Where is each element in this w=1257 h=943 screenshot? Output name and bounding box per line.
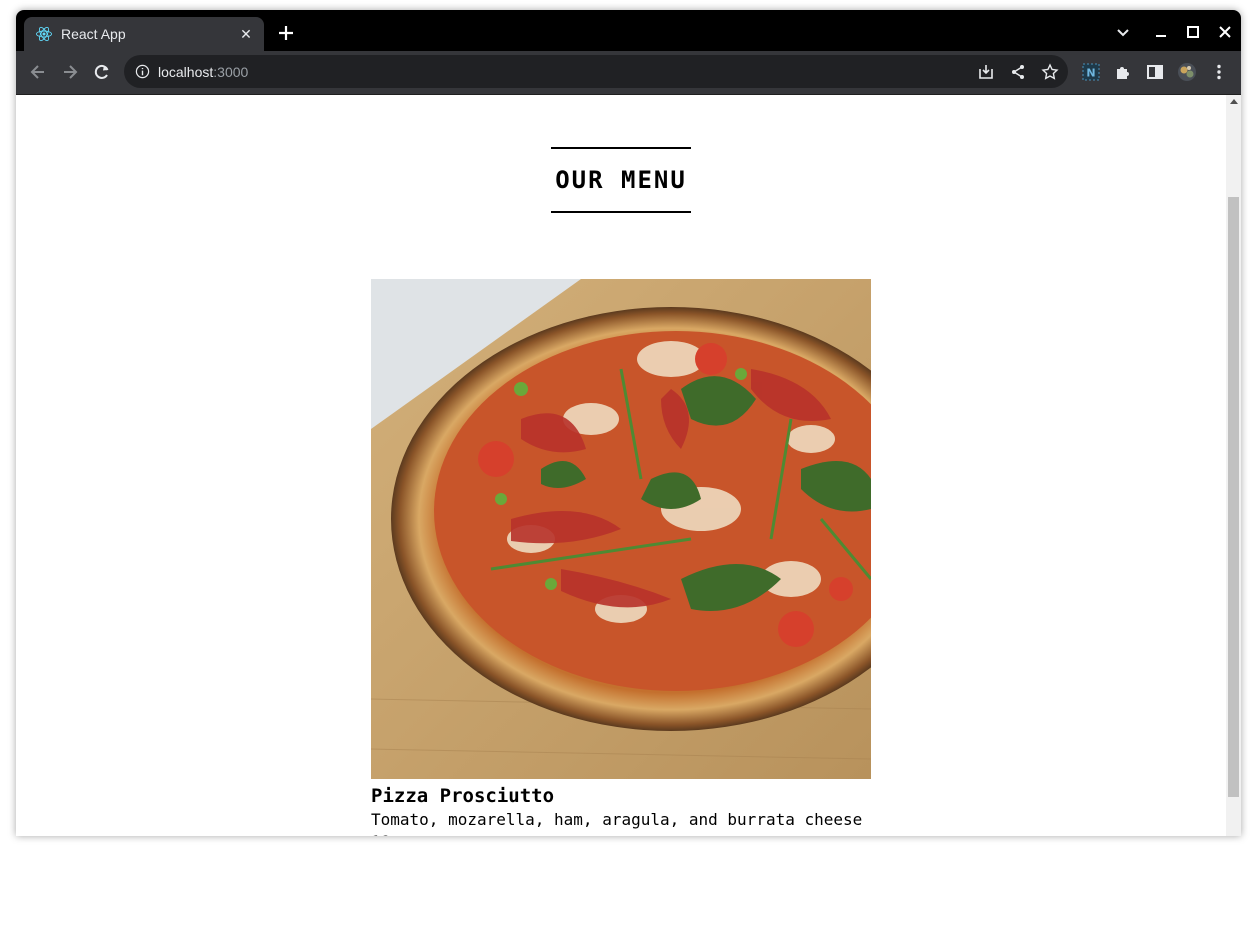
close-icon[interactable]: ✕ — [238, 26, 254, 43]
kebab-menu-icon[interactable] — [1209, 62, 1229, 82]
tab-title: React App — [61, 26, 126, 42]
puzzle-icon[interactable] — [1113, 62, 1133, 82]
chevron-down-icon[interactable] — [1113, 22, 1133, 42]
page-scrollbar[interactable] — [1226, 95, 1241, 836]
page-content: OUR MENU Pizza Prosciutto Tomato, mozare… — [16, 95, 1226, 836]
profile-avatar[interactable] — [1177, 62, 1197, 82]
menu-item-description: Tomato, mozarella, ham, aragula, and bur… — [371, 810, 863, 829]
menu-item-image — [371, 279, 871, 779]
address-bar[interactable]: localhost:3000 — [124, 55, 1068, 88]
star-icon[interactable] — [1041, 63, 1059, 81]
scroll-thumb[interactable] — [1228, 197, 1239, 797]
react-favicon-icon — [36, 26, 52, 42]
url-text: localhost:3000 — [158, 64, 248, 80]
menu-item-name: Pizza Prosciutto — [371, 785, 555, 807]
browser-toolbar: localhost:3000 N — [16, 51, 1241, 95]
install-icon[interactable] — [977, 63, 995, 81]
page-title: OUR MENU — [551, 147, 691, 213]
svg-text:N: N — [1086, 67, 1095, 80]
info-icon[interactable] — [135, 64, 150, 79]
share-icon[interactable] — [1009, 63, 1027, 81]
browser-window: React App ✕ localhost:3000 N OUR MENU Pi… — [16, 10, 1241, 836]
side-panel-icon[interactable] — [1145, 62, 1165, 82]
reload-icon[interactable] — [92, 62, 112, 82]
url-port: :3000 — [213, 64, 249, 80]
scroll-up-arrow-icon[interactable] — [1230, 99, 1238, 104]
plus-icon[interactable] — [276, 23, 296, 43]
back-icon[interactable] — [28, 62, 48, 82]
window-close-icon[interactable] — [1215, 22, 1235, 42]
minimize-icon[interactable] — [1151, 22, 1171, 42]
extension-n-icon[interactable]: N — [1081, 62, 1101, 82]
maximize-icon[interactable] — [1183, 22, 1203, 42]
tab-strip: React App ✕ — [16, 10, 1241, 51]
tab-react-app[interactable]: React App ✕ — [24, 17, 264, 51]
url-host: localhost — [158, 64, 214, 80]
forward-icon[interactable] — [60, 62, 80, 82]
menu-item-price: 18 — [371, 832, 390, 836]
